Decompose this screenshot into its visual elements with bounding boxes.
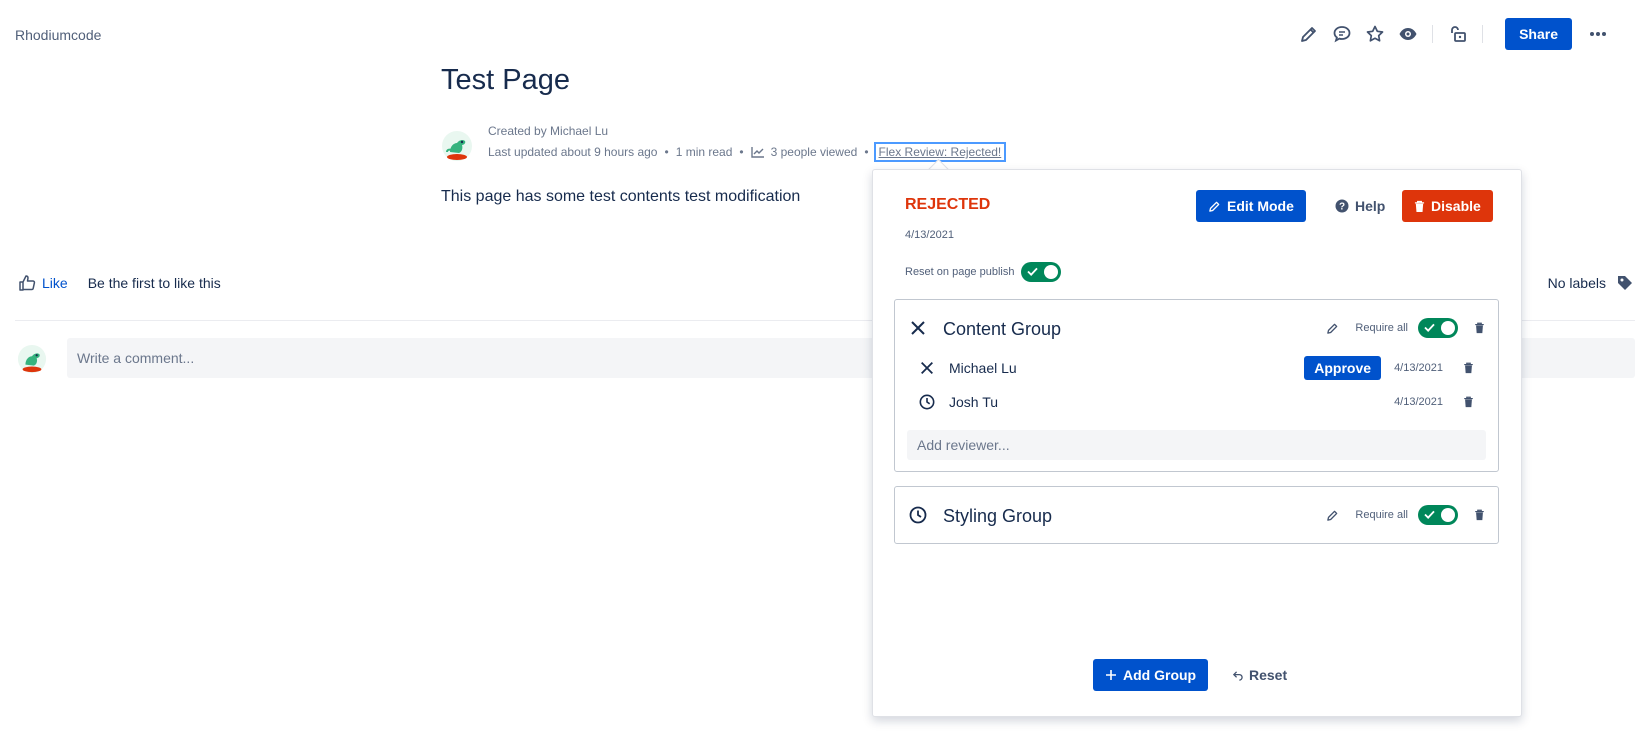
review-status-date: 4/13/2021 [905,229,954,241]
help-icon: ? [1335,199,1349,213]
add-group-label: Add Group [1123,667,1197,683]
labels-area: No labels [1548,274,1634,292]
labels-text: No labels [1547,275,1606,291]
flex-review-link[interactable]: Flex Review: Rejected! [873,142,1007,162]
star-icon[interactable] [1359,18,1391,50]
separator-dot: • [664,145,669,159]
disable-button[interactable]: Disable [1402,190,1493,222]
edit-mode-label: Edit Mode [1227,198,1294,214]
page-toolbar: Share [1292,18,1614,50]
reset-on-publish-row: Reset on page publish [905,262,1062,282]
tag-icon[interactable] [1616,274,1634,292]
group-title: Styling Group [943,506,1053,526]
like-icon[interactable] [18,274,36,292]
delete-reviewer-icon[interactable] [1463,396,1474,408]
reset-on-publish-toggle[interactable] [1021,262,1062,282]
last-updated[interactable]: Last updated about 9 hours ago [488,145,657,159]
require-all-label: Require all [1355,509,1408,521]
read-time: 1 min read [675,145,733,159]
reset-on-publish-label: Reset on page publish [905,266,1015,278]
rejected-x-icon [919,360,935,376]
svg-text:?: ? [1339,202,1345,213]
help-label: Help [1355,198,1386,214]
reviewer-date: 4/13/2021 [1394,362,1443,374]
review-group: Content Group Require all Michael Lu App… [894,299,1499,472]
review-group: Styling Group Require all [894,486,1499,544]
delete-group-icon[interactable] [1474,509,1485,521]
trash-icon [1414,200,1425,213]
edit-icon[interactable] [1293,18,1325,50]
reset-label: Reset [1249,667,1288,683]
analytics-icon [750,146,765,158]
plus-icon [1105,669,1117,681]
review-status: REJECTED [905,196,991,213]
page-body: This page has some test contents test mo… [441,188,801,205]
reset-button[interactable]: Reset [1220,659,1299,691]
toolbar-divider [1482,25,1484,43]
add-group-button[interactable]: Add Group [1093,659,1209,691]
comment-icon[interactable] [1326,18,1358,50]
reviewer-row: Michael Lu Approve 4/13/2021 [919,354,1474,382]
separator-dot: • [739,145,744,159]
toolbar-divider [1432,25,1434,43]
flex-review-popup: REJECTED 4/13/2021 Edit Mode ? Help Disa… [872,169,1522,717]
add-reviewer-input[interactable]: Add reviewer... [907,430,1486,460]
page-metadata: Last updated about 9 hours ago • 1 min r… [488,142,1007,162]
created-by: Created by Michael Lu [488,124,609,138]
separator-dot: • [864,145,869,159]
people-viewed[interactable]: 3 people viewed [771,145,858,159]
reviewer-date: 4/13/2021 [1394,396,1443,408]
approve-button[interactable]: Approve [1304,356,1382,380]
space-name[interactable]: Rhodiumcode [15,27,101,43]
delete-reviewer-icon[interactable] [1463,362,1474,374]
delete-group-icon[interactable] [1474,322,1485,334]
reviewer-name: Michael Lu [949,360,1017,376]
watch-icon[interactable] [1392,18,1424,50]
group-actions: Require all [1326,505,1485,525]
share-button[interactable]: Share [1505,18,1572,50]
help-button[interactable]: ? Help [1323,190,1397,222]
like-row: Like Be the first to like this [18,274,221,292]
group-actions: Require all [1326,318,1485,338]
undo-icon [1232,670,1243,681]
edit-group-icon[interactable] [1326,509,1339,522]
require-all-label: Require all [1355,322,1408,334]
like-hint: Be the first to like this [87,275,221,291]
clock-icon [919,394,935,410]
disable-label: Disable [1431,198,1481,214]
edit-group-icon[interactable] [1326,322,1339,335]
page-title: Test Page [441,64,570,96]
rejected-x-icon [909,319,927,342]
restrictions-icon[interactable] [1442,18,1474,50]
more-icon[interactable] [1582,18,1614,50]
pencil-icon [1208,200,1221,213]
require-all-toggle[interactable] [1418,505,1458,525]
reviewer-name: Josh Tu [949,394,999,410]
current-user-avatar [17,344,47,374]
require-all-toggle[interactable] [1418,318,1458,338]
group-title: Content Group [943,319,1062,339]
clock-icon [909,506,927,529]
reviewer-row: Josh Tu 4/13/2021 [919,388,1474,416]
author-avatar[interactable] [441,130,473,162]
like-button[interactable]: Like [42,275,68,291]
edit-mode-button[interactable]: Edit Mode [1196,190,1306,222]
